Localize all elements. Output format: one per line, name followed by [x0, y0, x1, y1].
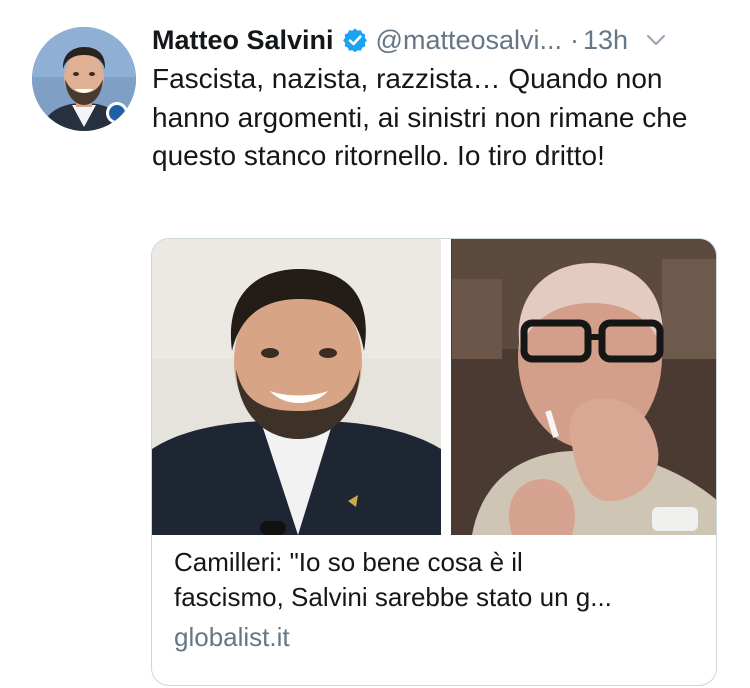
- link-card[interactable]: Camilleri: "Io so bene cosa è il fascism…: [151, 238, 717, 686]
- card-body: Camilleri: "Io so bene cosa è il fascism…: [174, 545, 699, 655]
- avatar-photo: [32, 27, 136, 131]
- card-domain[interactable]: globalist.it: [174, 620, 699, 655]
- card-title[interactable]: Camilleri: "Io so bene cosa è il fascism…: [174, 545, 699, 615]
- tweet[interactable]: Matteo Salvini @matteosalvi... · 13h Fas…: [0, 0, 750, 688]
- handle[interactable]: @matteosalvi...: [376, 22, 562, 58]
- separator-dot: ·: [570, 25, 580, 55]
- card-image: [152, 239, 716, 535]
- timestamp[interactable]: 13h: [583, 22, 628, 58]
- avatar[interactable]: [32, 27, 136, 131]
- tweet-header: Matteo Salvini @matteosalvi... · 13h: [152, 22, 732, 58]
- verified-badge-icon: [342, 27, 368, 53]
- tweet-text: Fascista, nazista, razzista… Quando non …: [152, 63, 688, 171]
- chevron-down-icon[interactable]: [644, 28, 668, 52]
- display-name[interactable]: Matteo Salvini: [152, 22, 334, 58]
